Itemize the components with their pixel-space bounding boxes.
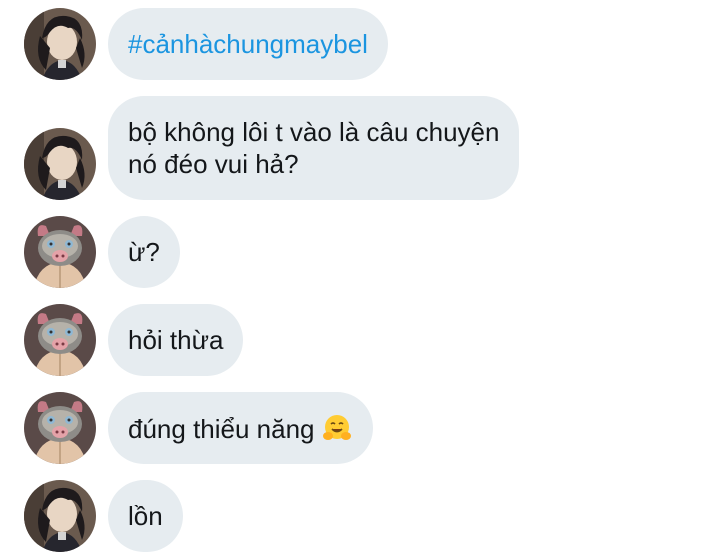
message-bubble[interactable]: bộ không lôi t vào là câu chuyện nó đéo … (108, 96, 520, 200)
boar-mask-avatar-icon (24, 216, 96, 288)
boar-mask-avatar-icon (24, 304, 96, 376)
dark-haired-man-avatar-icon (24, 480, 96, 552)
message-bubble[interactable]: hỏi thừa (108, 304, 244, 376)
message-text: ừ? (128, 237, 160, 267)
avatar[interactable] (24, 392, 96, 464)
message-text-line: nó đéo vui hả? (128, 149, 299, 179)
hugging-face-emoji-icon (322, 415, 351, 440)
avatar[interactable] (24, 304, 96, 376)
message-text: hỏi thừa (128, 325, 224, 355)
hashtag-link[interactable]: #cảnhàchungmaybel (128, 29, 368, 59)
avatar[interactable] (24, 128, 96, 200)
avatar[interactable] (24, 480, 96, 552)
message-text: lồn (128, 501, 163, 531)
dark-haired-man-avatar-icon (24, 8, 96, 80)
message-text: đúng thiểu năng (128, 414, 315, 444)
message-bubble[interactable]: lồn (108, 480, 183, 552)
message-text-line: bộ không lôi t vào là câu chuyện (128, 117, 500, 147)
dark-haired-man-avatar-icon (24, 128, 96, 200)
avatar[interactable] (24, 8, 96, 80)
message-bubble[interactable]: #cảnhàchungmaybel (108, 8, 388, 80)
avatar[interactable] (24, 216, 96, 288)
boar-mask-avatar-icon (24, 392, 96, 464)
message-bubble[interactable]: ừ? (108, 216, 180, 288)
message-bubble[interactable]: đúng thiểu năng (108, 392, 373, 464)
